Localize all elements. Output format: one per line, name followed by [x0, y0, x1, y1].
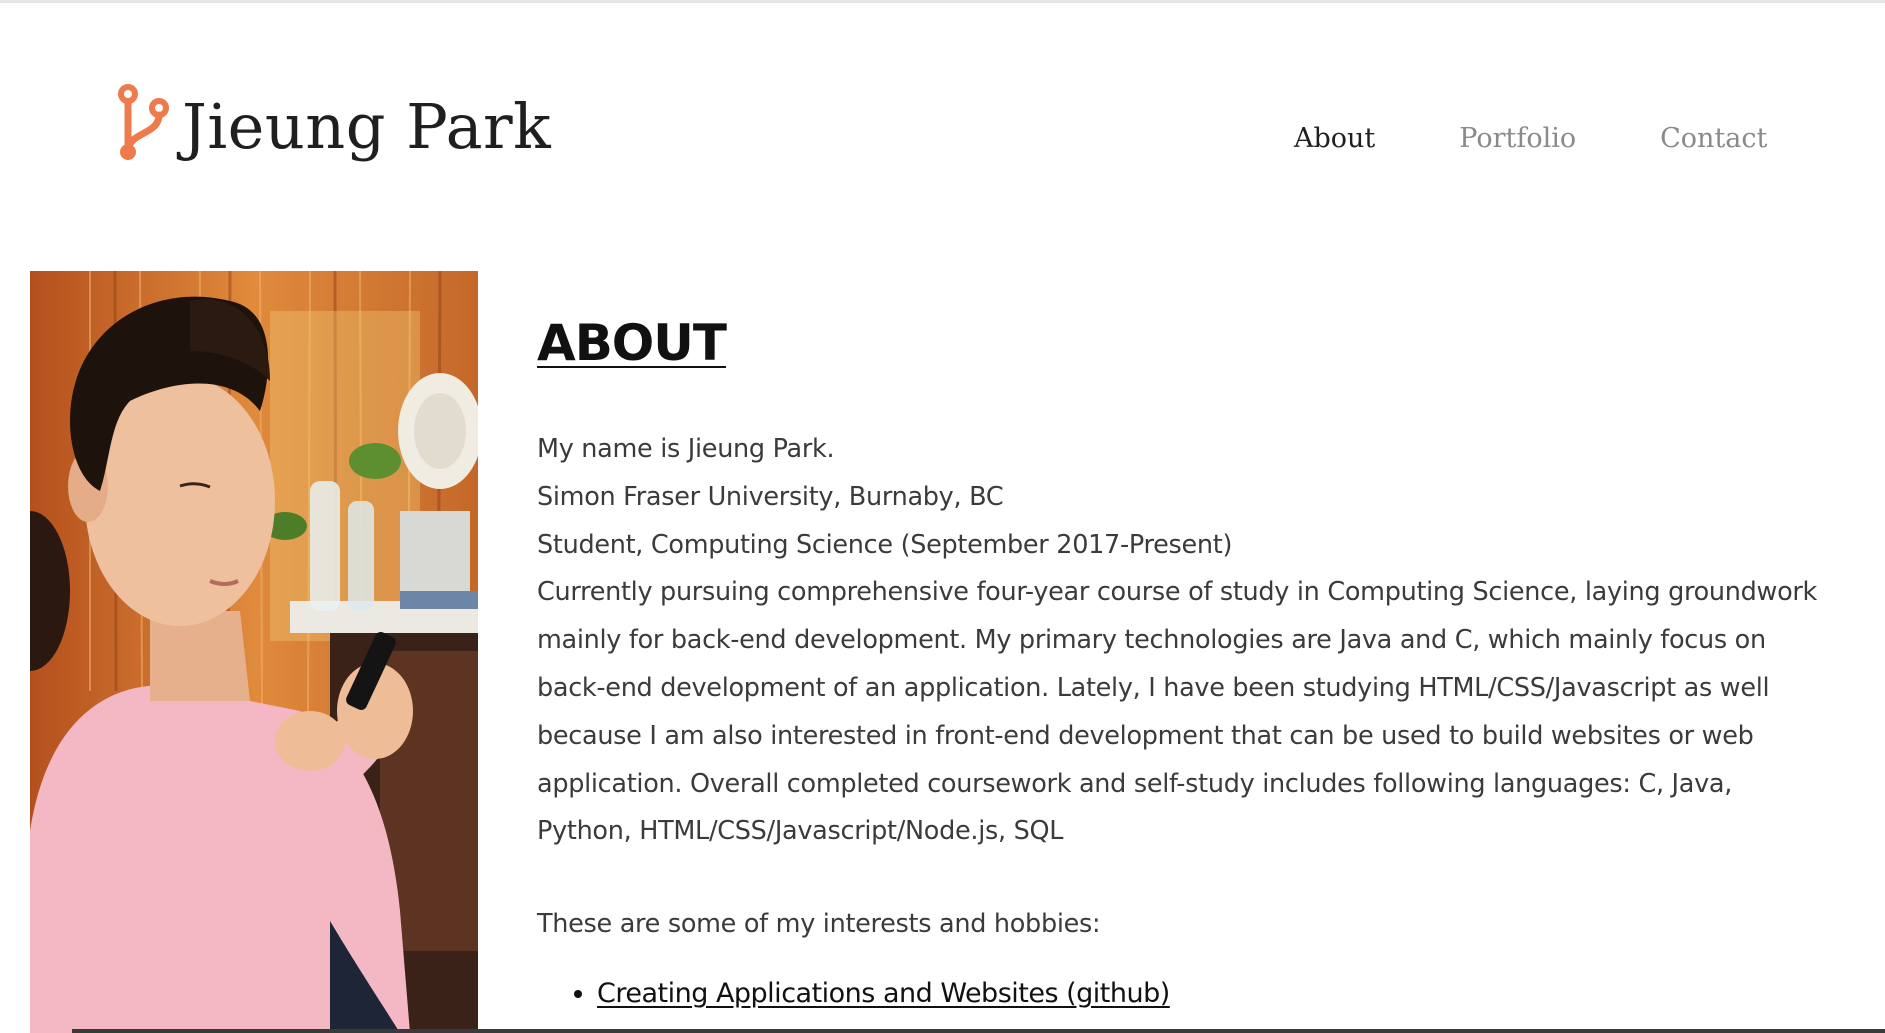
- brand-logo-link[interactable]: Jieung Park: [115, 80, 551, 170]
- bio-paragraph: My name is Jieung Park. Simon Fraser Uni…: [537, 426, 1827, 856]
- hobby-github-link[interactable]: Creating Applications and Websites (gith…: [597, 978, 1170, 1009]
- nav-contact-link[interactable]: Contact: [1660, 118, 1767, 160]
- profile-photo: [30, 271, 478, 1033]
- git-branch-icon: [118, 84, 169, 160]
- bio-line: My name is Jieung Park.: [537, 434, 835, 464]
- top-divider: [0, 0, 1885, 3]
- list-item: Creating Applications and Websites (gith…: [597, 974, 1827, 1014]
- hobbies-list: Creating Applications and Websites (gith…: [537, 974, 1827, 1014]
- main-nav: About Portfolio Contact: [1294, 118, 1767, 160]
- bio-line: Simon Fraser University, Burnaby, BC: [537, 481, 1004, 512]
- bio-description: Currently pursuing comprehensive four-ye…: [537, 577, 1818, 847]
- profile-photo-illustration: [30, 271, 478, 1033]
- bottom-divider: [72, 1029, 1885, 1033]
- nav-portfolio-link[interactable]: Portfolio: [1459, 118, 1576, 160]
- bio-line: Student, Computing Science (September 20…: [537, 529, 1233, 560]
- about-heading: ABOUT: [537, 314, 727, 372]
- hobbies-intro: These are some of my interests and hobbi…: [537, 909, 1101, 940]
- about-section: ABOUT My name is Jieung Park. Simon Fras…: [537, 310, 1827, 1014]
- site-title: Jieung Park: [182, 90, 552, 163]
- nav-about-link[interactable]: About: [1294, 118, 1375, 160]
